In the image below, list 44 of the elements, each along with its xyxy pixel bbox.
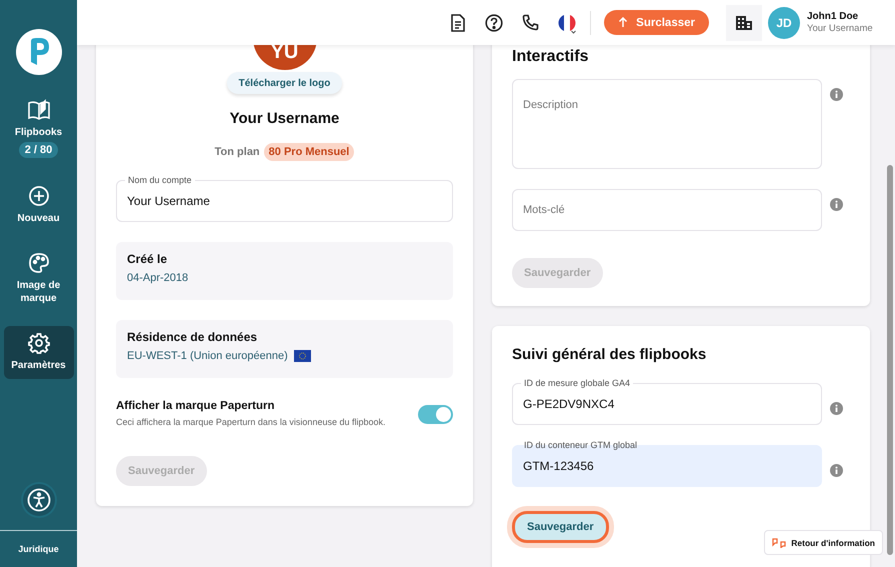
nav-item[interactable]: Nouveau <box>4 179 74 232</box>
accessibility-icon[interactable] <box>22 484 54 516</box>
plan-label: Ton plan <box>214 146 260 158</box>
flag-icon <box>294 350 311 362</box>
branding-description: Ceci affichera la marque Paperturn dans la visionneuse du flipbook. <box>116 416 386 429</box>
residence-value: EU-WEST-1 (Union européenne) <box>127 350 288 362</box>
created-date: 04-Apr-2018 <box>127 272 190 284</box>
feedback-button[interactable]: Retour d'information <box>764 530 883 555</box>
logo-icon <box>16 29 62 75</box>
created-label: Créé le <box>127 252 168 266</box>
count-badge: 2 / 80 <box>18 142 58 158</box>
section-heading: Suivi général des flipbooks <box>512 346 708 363</box>
legal-link[interactable]: Juridique <box>18 544 59 554</box>
nav-item[interactable]: Flipbooks 2 / 80 <box>4 93 74 165</box>
account-name: Your Username <box>230 110 340 127</box>
phone-icon[interactable] <box>522 14 540 31</box>
plan-badge: 80 Pro Mensuel <box>264 143 354 161</box>
upload-logo-button[interactable]: Télécharger le logo <box>226 72 342 94</box>
branding-title: Afficher la marque Paperturn <box>116 400 276 412</box>
residence-label: Résidence de données <box>127 330 258 344</box>
nav-item[interactable]: Paramètres <box>4 326 74 379</box>
settings-icon <box>28 332 50 354</box>
description-field[interactable]: Description <box>512 79 822 169</box>
section-heading: Interactifs <box>512 48 590 66</box>
keywords-field[interactable]: Mots-clé <box>512 189 822 231</box>
nav-item[interactable]: Image de marque <box>4 246 74 312</box>
branding-toggle[interactable] <box>418 405 453 424</box>
info-icon <box>830 402 843 415</box>
help-icon[interactable] <box>485 14 504 32</box>
user-username: Your Username <box>807 23 874 34</box>
palette-icon <box>28 252 50 274</box>
book-icon <box>26 99 50 121</box>
arrow-up-icon <box>618 17 628 28</box>
user-name: John1 Doe <box>807 11 860 22</box>
info-icon <box>830 464 843 477</box>
info-icon <box>830 198 843 211</box>
organization-button[interactable] <box>726 4 762 40</box>
building-icon <box>735 14 753 30</box>
document-icon[interactable] <box>450 14 466 32</box>
plus-icon <box>28 185 50 207</box>
language-flag-icon[interactable] <box>558 14 578 36</box>
info-icon <box>830 88 843 101</box>
scrollbar[interactable] <box>887 165 893 555</box>
feedback-icon <box>772 537 786 548</box>
